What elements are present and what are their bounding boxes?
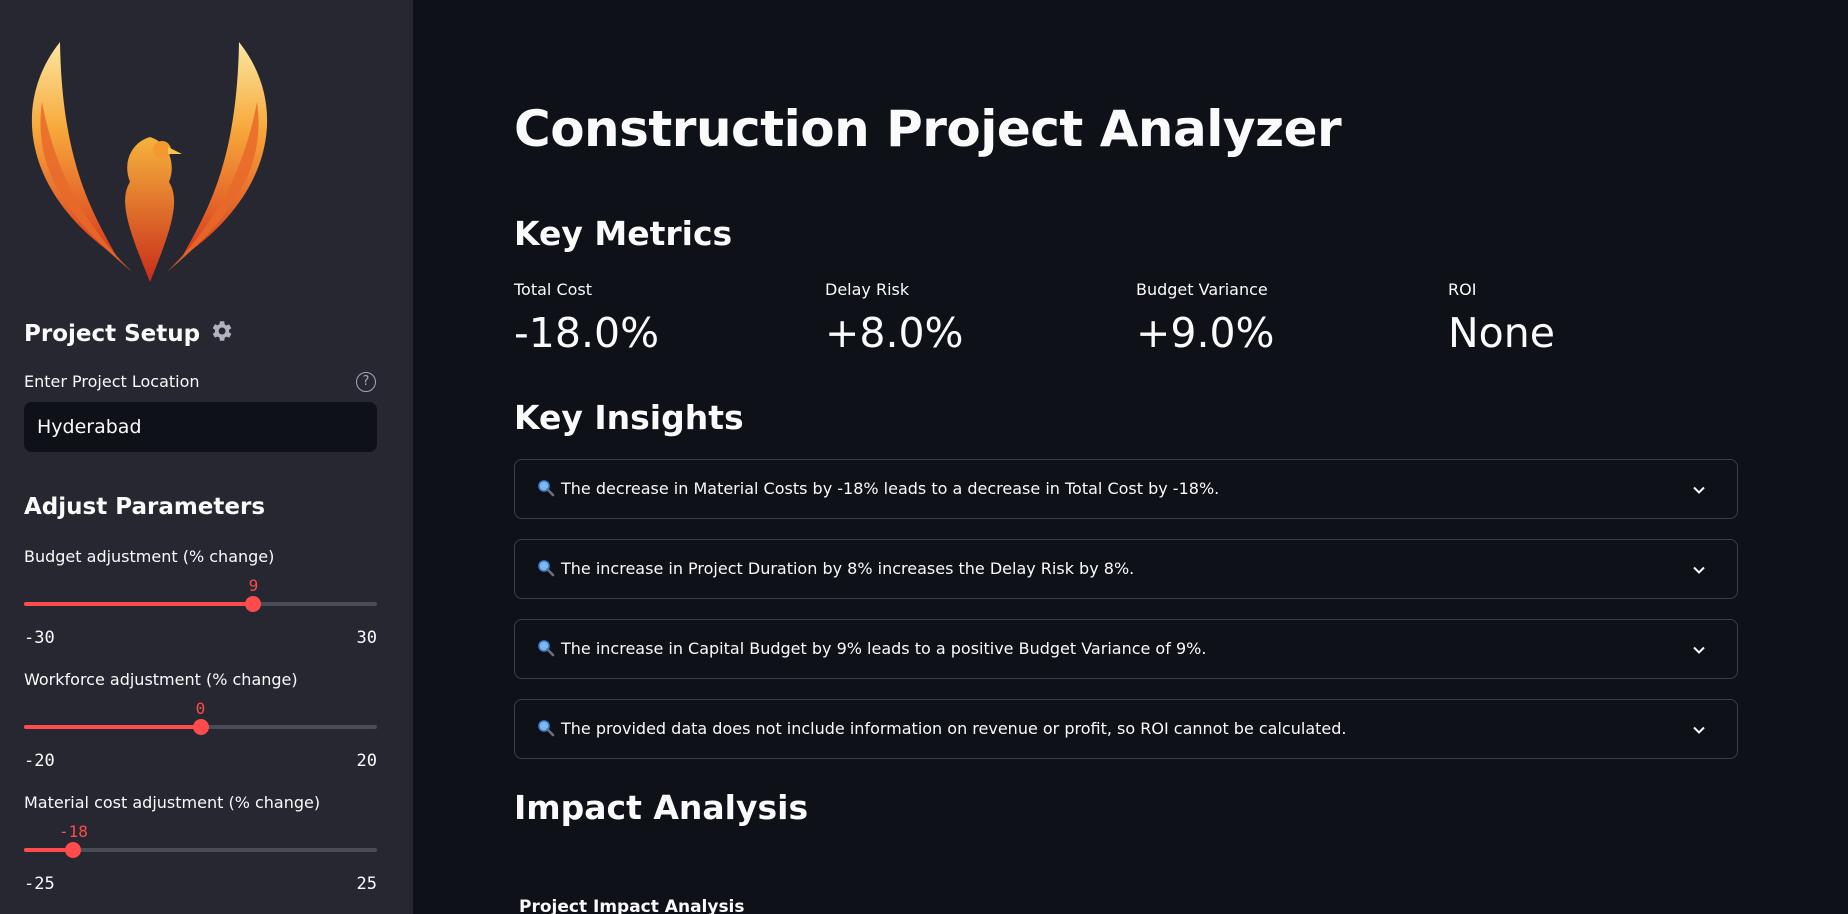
- workforce-slider[interactable]: 0 -20 20: [24, 699, 377, 771]
- metric-label: Delay Risk: [825, 280, 910, 299]
- impact-analysis-heading: Impact Analysis: [514, 788, 809, 827]
- slider-thumb[interactable]: [192, 719, 209, 735]
- slider-min: -20: [24, 751, 55, 771]
- key-insights-heading: Key Insights: [514, 398, 744, 437]
- slider-min: -25: [24, 874, 55, 894]
- project-setup-title: Project Setup: [24, 321, 201, 347]
- main-content: Construction Project Analyzer Key Metric…: [413, 0, 1848, 914]
- magnifier-icon: [537, 479, 555, 501]
- chevron-down-icon[interactable]: [1691, 722, 1707, 738]
- slider-max: 30: [356, 628, 377, 648]
- slider-fill: [24, 725, 201, 729]
- slider-thumb[interactable]: [65, 842, 82, 858]
- sidebar: Project Setup Enter Project Location ? A…: [0, 0, 413, 914]
- material-slider-label: Material cost adjustment (% change): [24, 793, 321, 812]
- insight-text: The provided data does not include infor…: [537, 719, 1346, 741]
- insight-expander[interactable]: The decrease in Material Costs by -18% l…: [514, 459, 1738, 519]
- material-cost-slider[interactable]: -18 -25 25: [24, 822, 377, 894]
- insight-text: The increase in Capital Budget by 9% lea…: [537, 639, 1206, 661]
- budget-slider-label: Budget adjustment (% change): [24, 547, 275, 566]
- adjust-parameters-heading: Adjust Parameters: [24, 494, 266, 520]
- slider-min: -30: [24, 628, 55, 648]
- location-input[interactable]: [24, 402, 377, 452]
- budget-slider[interactable]: 9 -30 30: [24, 576, 377, 648]
- insight-expander[interactable]: The increase in Capital Budget by 9% lea…: [514, 619, 1738, 679]
- insight-text: The decrease in Material Costs by -18% l…: [537, 479, 1219, 501]
- phoenix-logo: [31, 42, 268, 282]
- metric-total-cost: Total Cost -18.0%: [514, 280, 814, 357]
- slider-fill: [24, 602, 254, 606]
- slider-max: 20: [356, 751, 377, 771]
- slider-max: 25: [356, 874, 377, 894]
- impact-subheading: Project Impact Analysis: [519, 897, 745, 914]
- metric-label: ROI: [1448, 280, 1477, 299]
- slider-thumb[interactable]: [245, 596, 262, 612]
- insight-expander[interactable]: The provided data does not include infor…: [514, 699, 1738, 759]
- metric-budget-variance: Budget Variance +9.0%: [1136, 280, 1436, 357]
- metric-label: Budget Variance: [1136, 280, 1268, 299]
- metric-value: +9.0%: [1136, 309, 1275, 357]
- metric-roi: ROI None: [1448, 280, 1748, 357]
- chevron-down-icon[interactable]: [1691, 482, 1707, 498]
- question-circle-icon[interactable]: ?: [356, 372, 376, 392]
- insight-label: The increase in Capital Budget by 9% lea…: [561, 639, 1207, 658]
- slider-value: 9: [248, 576, 259, 595]
- metric-label: Total Cost: [514, 280, 593, 299]
- workforce-slider-label: Workforce adjustment (% change): [24, 670, 298, 689]
- insight-text: The increase in Project Duration by 8% i…: [537, 559, 1134, 581]
- chevron-down-icon[interactable]: [1691, 642, 1707, 658]
- insight-label: The decrease in Material Costs by -18% l…: [561, 479, 1220, 498]
- metric-value: None: [1448, 309, 1555, 357]
- metric-delay-risk: Delay Risk +8.0%: [825, 280, 1125, 357]
- magnifier-icon: [537, 719, 555, 741]
- key-metrics-heading: Key Metrics: [514, 214, 733, 253]
- metric-value: -18.0%: [514, 309, 660, 357]
- location-label: Enter Project Location: [24, 372, 200, 391]
- gear-icon: [208, 318, 234, 350]
- slider-value: 0: [195, 699, 206, 718]
- magnifier-icon: [537, 639, 555, 661]
- project-setup-heading: Project Setup: [24, 318, 234, 350]
- insight-expander[interactable]: The increase in Project Duration by 8% i…: [514, 539, 1738, 599]
- metric-value: +8.0%: [825, 309, 964, 357]
- insight-label: The increase in Project Duration by 8% i…: [561, 559, 1135, 578]
- insight-label: The provided data does not include infor…: [561, 719, 1347, 738]
- slider-value: -18: [58, 822, 88, 841]
- chevron-down-icon[interactable]: [1691, 562, 1707, 578]
- page-title: Construction Project Analyzer: [514, 100, 1342, 158]
- magnifier-icon: [537, 559, 555, 581]
